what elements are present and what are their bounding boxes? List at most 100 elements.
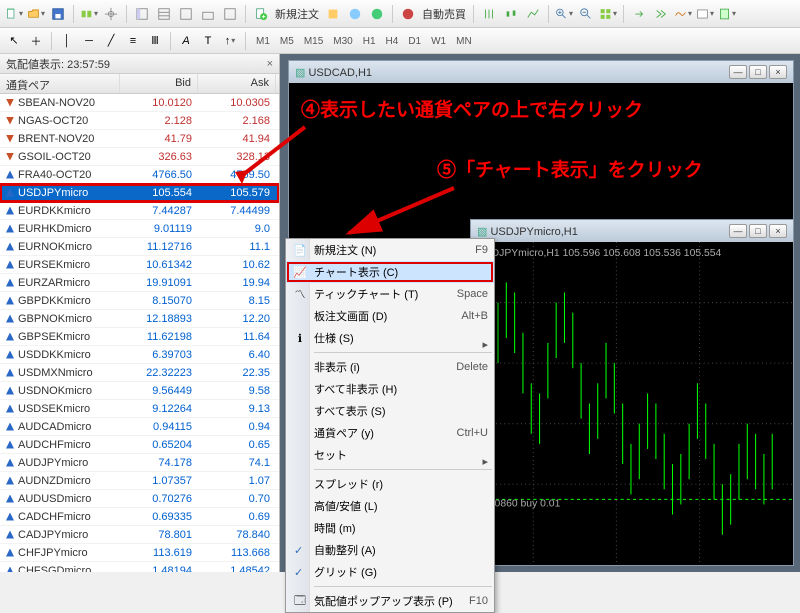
symbol-row[interactable]: SBEAN-NOV2010.012010.0305	[0, 94, 279, 112]
autotrade-icon[interactable]	[398, 4, 418, 24]
new-file-icon[interactable]	[4, 4, 24, 24]
symbol-row[interactable]: CADJPYmicro78.80178.840	[0, 526, 279, 544]
chart-titlebar[interactable]: ▧ USDJPYmicro,H1 — □ ×	[471, 220, 793, 242]
menu-item[interactable]: すべて表示 (S)	[286, 400, 494, 422]
channel-icon[interactable]: ≡	[123, 31, 143, 51]
symbol-row[interactable]: AUDCADmicro0.941150.94	[0, 418, 279, 436]
menu-item[interactable]: 自動整列 (A)	[286, 539, 494, 561]
menu-item[interactable]: 📈チャート表示 (C)	[286, 261, 494, 283]
zoom-in-icon[interactable]	[554, 4, 574, 24]
maximize-icon[interactable]: □	[749, 65, 767, 79]
chart-titlebar[interactable]: ▧ USDCAD,H1 — □ ×	[289, 61, 793, 83]
timeframe-m30[interactable]: M30	[328, 34, 357, 49]
timeframe-h4[interactable]: H4	[381, 34, 404, 49]
tile-icon[interactable]	[598, 4, 618, 24]
timeframe-d1[interactable]: D1	[403, 34, 426, 49]
menu-item[interactable]: 🗔気配値ポップアップ表示 (P)F10	[286, 590, 494, 612]
zoom-out-icon[interactable]	[576, 4, 596, 24]
line-icon[interactable]	[523, 4, 543, 24]
symbol-row[interactable]: USDSEKmicro9.122649.13	[0, 400, 279, 418]
close-icon[interactable]: ×	[769, 224, 787, 238]
strategy-icon[interactable]	[220, 4, 240, 24]
indicator-icon[interactable]	[673, 4, 693, 24]
menu-item[interactable]: ℹ仕様 (S)	[286, 327, 494, 349]
mw-icon[interactable]	[154, 4, 174, 24]
menu-item[interactable]: グリッド (G)	[286, 561, 494, 583]
timeframe-w1[interactable]: W1	[426, 34, 451, 49]
text-icon[interactable]: T	[198, 31, 218, 51]
symbol-row[interactable]: EURSEKmicro10.6134210.62	[0, 256, 279, 274]
close-icon[interactable]: ×	[267, 58, 273, 70]
profile-icon[interactable]	[79, 4, 99, 24]
shift-icon[interactable]	[629, 4, 649, 24]
symbol-row[interactable]: EURDKKmicro7.442877.44499	[0, 202, 279, 220]
folder-icon[interactable]	[26, 4, 46, 24]
autotrade-label[interactable]: 自動売買	[420, 6, 468, 22]
col-symbol[interactable]: 通貨ペア	[0, 74, 120, 93]
symbol-row[interactable]: AUDNZDmicro1.073571.07	[0, 472, 279, 490]
candles-icon[interactable]	[501, 4, 521, 24]
fib-icon[interactable]: Ⅲ	[145, 31, 165, 51]
nav-icon[interactable]	[132, 4, 152, 24]
symbol-row[interactable]: USDMXNmicro22.3222322.35	[0, 364, 279, 382]
metaeditor-icon[interactable]	[323, 4, 343, 24]
new-order-icon[interactable]	[251, 4, 271, 24]
minimize-icon[interactable]: —	[729, 224, 747, 238]
vline-icon[interactable]: │	[57, 31, 77, 51]
text-a-icon[interactable]: A	[176, 31, 196, 51]
menu-item[interactable]: 時間 (m)	[286, 517, 494, 539]
menu-item[interactable]: 〽ティックチャート (T)Space	[286, 283, 494, 305]
menu-item[interactable]: セット	[286, 444, 494, 466]
menu-item[interactable]: 通貨ペア (y)Ctrl+U	[286, 422, 494, 444]
chart-body[interactable]: USDJPYmicro,H1 105.596 105.608 105.536 1…	[471, 242, 793, 565]
symbol-row[interactable]: GBPSEKmicro11.6219811.64	[0, 328, 279, 346]
hline-icon[interactable]: ─	[79, 31, 99, 51]
symbol-row[interactable]: AUDCHFmicro0.652040.65	[0, 436, 279, 454]
menu-item[interactable]: スプレッド (r)	[286, 473, 494, 495]
data-icon[interactable]	[176, 4, 196, 24]
signals-icon[interactable]	[345, 4, 365, 24]
chart-title: USDJPYmicro,H1	[490, 226, 577, 238]
terminal-icon[interactable]	[198, 4, 218, 24]
menu-item[interactable]: すべて非表示 (H)	[286, 378, 494, 400]
col-ask[interactable]: Ask	[198, 74, 276, 93]
arrows-icon[interactable]: ↑	[220, 31, 240, 51]
symbol-row[interactable]: CADCHFmicro0.693350.69	[0, 508, 279, 526]
timeframe-mn[interactable]: MN	[451, 34, 477, 49]
minimize-icon[interactable]: —	[729, 65, 747, 79]
symbol-row[interactable]: CHFJPYmicro113.619113.668	[0, 544, 279, 562]
timeframe-m1[interactable]: M1	[251, 34, 275, 49]
timeframe-m5[interactable]: M5	[275, 34, 299, 49]
menu-item[interactable]: 板注文画面 (D)Alt+B	[286, 305, 494, 327]
symbol-row[interactable]: AUDJPYmicro74.17874.1	[0, 454, 279, 472]
col-bid[interactable]: Bid	[120, 74, 198, 93]
timeframe-m15[interactable]: M15	[299, 34, 328, 49]
cross-icon[interactable]: ＋	[26, 31, 46, 51]
menu-item[interactable]: 高値/安値 (L)	[286, 495, 494, 517]
drawing-toolbar: ↖ ＋ │ ─ ╱ ≡ Ⅲ A T ↑ M1M5M15M30H1H4D1W1MN	[0, 28, 800, 54]
crosshair-icon[interactable]	[101, 4, 121, 24]
save-icon[interactable]	[48, 4, 68, 24]
trend-icon[interactable]: ╱	[101, 31, 121, 51]
menu-item[interactable]: 非表示 (i)Delete	[286, 356, 494, 378]
bars-icon[interactable]	[479, 4, 499, 24]
symbol-row[interactable]: GBPDKKmicro8.150708.15	[0, 292, 279, 310]
timeframe-h1[interactable]: H1	[358, 34, 381, 49]
end-icon[interactable]	[651, 4, 671, 24]
symbol-row[interactable]: CHFSGDmicro1.481941.48542	[0, 562, 279, 572]
new-order-label[interactable]: 新規注文	[273, 6, 321, 22]
template-icon[interactable]	[717, 4, 737, 24]
mql-icon[interactable]	[367, 4, 387, 24]
symbol-row[interactable]: USDNOKmicro9.564499.58	[0, 382, 279, 400]
symbol-row[interactable]: EURHKDmicro9.011199.0	[0, 220, 279, 238]
symbol-row[interactable]: EURZARmicro19.9109119.94	[0, 274, 279, 292]
symbol-row[interactable]: GBPNOKmicro12.1889312.20	[0, 310, 279, 328]
period-icon[interactable]	[695, 4, 715, 24]
symbol-row[interactable]: AUDUSDmicro0.702760.70	[0, 490, 279, 508]
symbol-row[interactable]: USDDKKmicro6.397036.40	[0, 346, 279, 364]
symbol-row[interactable]: EURNOKmicro11.1271611.1	[0, 238, 279, 256]
maximize-icon[interactable]: □	[749, 224, 767, 238]
annotation-5: ⑤「チャート表示」をクリック	[429, 147, 711, 190]
cursor-icon[interactable]: ↖	[4, 31, 24, 51]
close-icon[interactable]: ×	[769, 65, 787, 79]
